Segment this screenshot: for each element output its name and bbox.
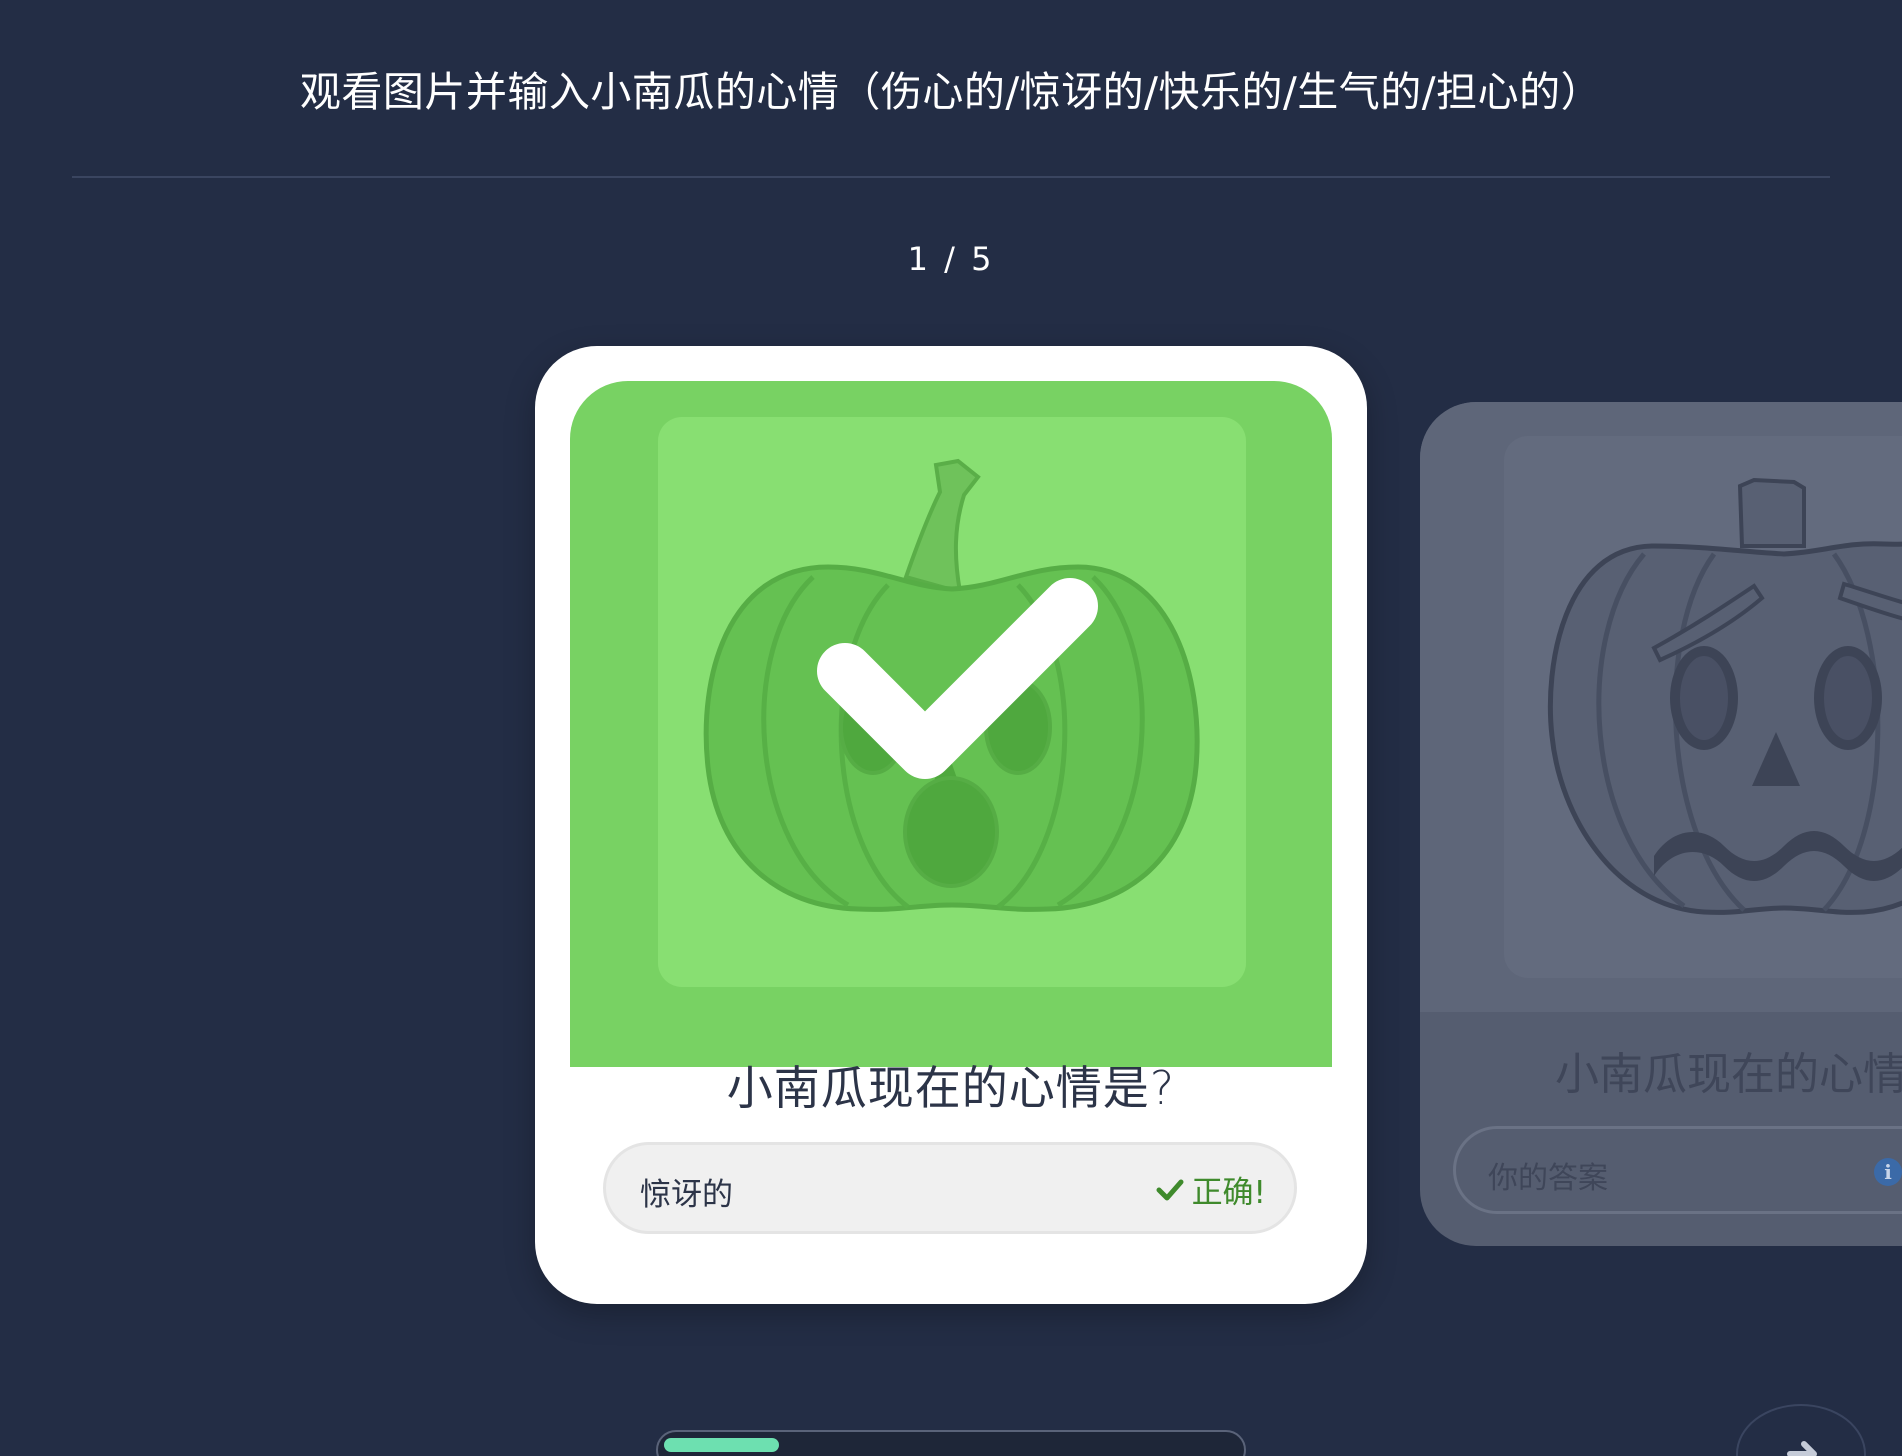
card-question: 小南瓜现在的心情	[1555, 1049, 1902, 1100]
correct-status-label: 正确!	[1191, 1175, 1266, 1211]
progress-fill	[664, 1438, 779, 1452]
check-icon	[1156, 1179, 1184, 1200]
pumpkin-image	[1504, 436, 1902, 978]
card-image-area	[570, 381, 1332, 1067]
card-counter: 1 / 5	[907, 240, 995, 278]
answer-input[interactable]: 你的答案	[1453, 1126, 1902, 1214]
progress-bar	[656, 1430, 1246, 1456]
arrow-right-icon	[1787, 1441, 1817, 1456]
answer-placeholder: 你的答案	[1488, 1161, 1608, 1196]
header-divider	[72, 176, 1830, 178]
answer-value: 惊讶的	[640, 1177, 733, 1213]
correct-checkmark-icon	[817, 578, 1098, 779]
card-question: 小南瓜现在的心情是?	[726, 1061, 1176, 1115]
next-button[interactable]	[1736, 1404, 1866, 1456]
card-image-area	[1420, 402, 1902, 1012]
answer-field[interactable]: 惊讶的 正确!	[603, 1142, 1297, 1234]
instruction-title: 观看图片并输入小南瓜的心情（伤心的/惊讶的/快乐的/生气的/担心的）	[299, 68, 1603, 116]
worried-pumpkin-icon	[1547, 477, 1902, 915]
page: 观看图片并输入小南瓜的心情（伤心的/惊讶的/快乐的/生气的/担心的） 1 / 5	[0, 0, 1902, 1456]
correct-status: 正确!	[1156, 1167, 1266, 1212]
flashcard-next[interactable]: 小南瓜现在的心情 你的答案	[1420, 402, 1902, 1246]
info-icon[interactable]: i	[1874, 1158, 1902, 1186]
flashcard-active: 小南瓜现在的心情是? 惊讶的 正确!	[535, 346, 1367, 1304]
